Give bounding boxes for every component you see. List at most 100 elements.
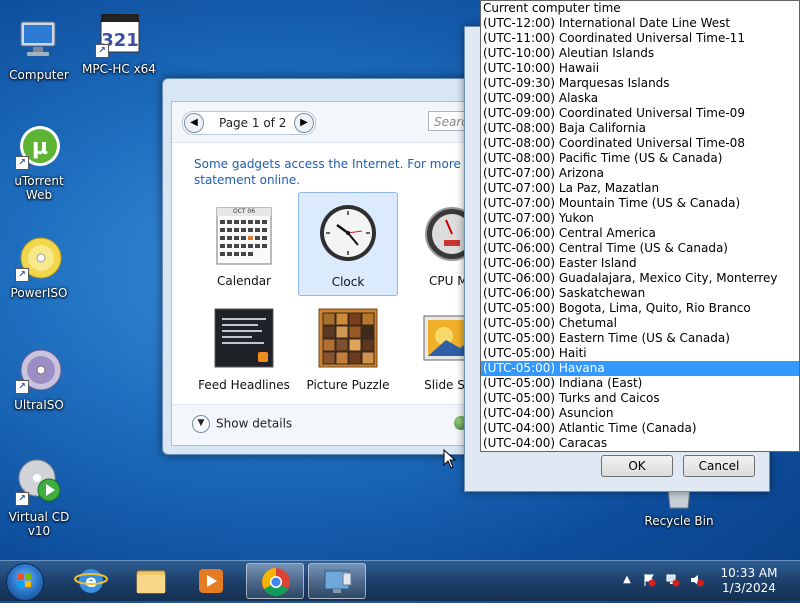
desktop-icon-label: uTorrent Web — [14, 174, 64, 202]
chevron-left-icon: ◀ — [190, 117, 198, 128]
time-zone-dropdown-list[interactable]: Current computer time (UTC-12:00) Interna… — [480, 0, 800, 452]
tz-option[interactable]: (UTC-06:00) Saskatchewan — [481, 286, 799, 301]
desktop-icon-poweriso[interactable]: ↗ PowerISO — [0, 234, 78, 300]
tz-option[interactable]: (UTC-07:00) Yukon — [481, 211, 799, 226]
gallery-footer: ▼ Show details — [172, 404, 473, 445]
taskbar-gadgets[interactable] — [308, 563, 366, 599]
desktop-icon-label: MPC-HC x64 — [82, 62, 156, 76]
gadget-feed-headlines[interactable]: Feed Headlines — [194, 300, 294, 400]
shortcut-arrow-icon: ↗ — [15, 380, 29, 394]
gadget-gallery-window[interactable]: ◀ Page 1 of 2 ▶ Search Some gadgets acce… — [162, 78, 488, 455]
desktop-icon-label: Recycle Bin — [644, 514, 714, 528]
taskbar-windows-explorer[interactable] — [122, 563, 180, 599]
utorrent-icon: µ ↗ — [15, 122, 63, 170]
picture-puzzle-icon — [318, 308, 378, 368]
gadget-gallery-content: ◀ Page 1 of 2 ▶ Search Some gadgets acce… — [171, 101, 488, 446]
cancel-button[interactable]: Cancel — [683, 455, 755, 477]
page-indicator: Page 1 of 2 — [219, 116, 287, 130]
shortcut-arrow-icon: ↗ — [95, 44, 109, 58]
action-center-icon[interactable] — [642, 573, 656, 587]
gadget-label: Clock — [331, 275, 365, 289]
desktop-icon-mpc-hc[interactable]: 321 ↗ MPC-HC x64 — [80, 10, 158, 76]
desktop-icon-label: Computer — [9, 68, 69, 82]
system-clock[interactable]: 10:33 AM 1/3/2024 — [718, 566, 780, 596]
tz-option[interactable]: (UTC-08:00) Baja California — [481, 121, 799, 136]
tz-option[interactable]: (UTC-06:00) Easter Island — [481, 256, 799, 271]
gadget-clock[interactable]: Clock — [298, 192, 398, 296]
tz-option[interactable]: (UTC-07:00) Arizona — [481, 166, 799, 181]
tz-option[interactable]: (UTC-04:00) Asuncion — [481, 406, 799, 421]
ok-button[interactable]: OK — [601, 455, 673, 477]
desktop-icon-utorrent[interactable]: µ ↗ uTorrent Web — [0, 122, 78, 202]
computer-icon — [15, 16, 63, 64]
tz-option[interactable]: (UTC-06:00) Central Time (US & Canada) — [481, 241, 799, 256]
clock-icon — [318, 203, 378, 263]
mpc-hc-icon: 321 ↗ — [95, 10, 143, 58]
windows-logo-icon — [18, 574, 31, 587]
tz-option[interactable]: (UTC-05:00) Turks and Caicos — [481, 391, 799, 406]
chevron-right-icon: ▶ — [300, 117, 308, 128]
tz-option[interactable]: (UTC-08:00) Pacific Time (US & Canada) — [481, 151, 799, 166]
gadget-label: Feed Headlines — [198, 378, 290, 392]
tz-option[interactable]: (UTC-05:00) Indiana (East) — [481, 376, 799, 391]
taskbar-google-chrome[interactable] — [246, 563, 304, 599]
folder-icon — [136, 570, 166, 594]
gallery-toolbar: ◀ Page 1 of 2 ▶ Search — [172, 102, 488, 143]
tz-option[interactable]: (UTC-05:00) Havana — [481, 361, 799, 376]
next-page-button[interactable]: ▶ — [294, 113, 314, 133]
tz-option[interactable]: (UTC-04:00) Caracas — [481, 436, 799, 451]
virtual-cd-icon: ↗ — [15, 458, 63, 506]
tz-option[interactable]: (UTC-10:00) Hawaii — [481, 61, 799, 76]
desktop-icon-computer[interactable]: Computer — [0, 16, 78, 82]
tz-option-current-time[interactable]: Current computer time — [481, 1, 799, 16]
tz-option[interactable]: (UTC-10:00) Aleutian Islands — [481, 46, 799, 61]
gadget-picture-puzzle[interactable]: Picture Puzzle — [298, 300, 398, 400]
gadget-calendar[interactable]: OCT 06 Calendar — [194, 196, 294, 296]
tz-option[interactable]: (UTC-05:00) Eastern Time (US & Canada) — [481, 331, 799, 346]
ultraiso-disc-icon: ↗ — [15, 346, 63, 394]
taskbar-internet-explorer[interactable]: e — [62, 563, 120, 599]
gadgets-icon — [324, 570, 352, 593]
show-details-toggle[interactable]: ▼ Show details — [192, 415, 292, 433]
clock-time: 10:33 AM — [720, 566, 778, 580]
svg-text:µ: µ — [32, 135, 48, 160]
shortcut-arrow-icon: ↗ — [15, 268, 29, 282]
internet-explorer-icon: e — [74, 569, 108, 593]
tz-option[interactable]: (UTC-06:00) Guadalajara, Mexico City, Mo… — [481, 271, 799, 286]
previous-page-button[interactable]: ◀ — [184, 113, 204, 133]
show-details-label: Show details — [216, 416, 293, 431]
tz-option[interactable]: (UTC-09:00) Coordinated Universal Time-0… — [481, 106, 799, 121]
gadget-label: Picture Puzzle — [306, 378, 390, 392]
tz-option[interactable]: (UTC-05:00) Bogota, Lima, Quito, Rio Bra… — [481, 301, 799, 316]
tz-option[interactable]: (UTC-04:00) Atlantic Time (Canada) — [481, 421, 799, 436]
show-hidden-icons-button[interactable]: ▲ — [620, 573, 634, 587]
tz-option[interactable]: (UTC-12:00) International Date Line West — [481, 16, 799, 31]
page-navigator: ◀ Page 1 of 2 ▶ — [182, 111, 316, 135]
notice-line-1: Some gadgets access the Internet. For mo… — [194, 157, 464, 171]
tz-option[interactable]: (UTC-11:00) Coordinated Universal Time-1… — [481, 31, 799, 46]
volume-muted-icon[interactable] — [690, 573, 704, 587]
desktop-icon-label: PowerISO — [10, 286, 68, 300]
start-button[interactable] — [6, 563, 44, 601]
internet-notice[interactable]: Some gadgets access the Internet. For mo… — [194, 156, 464, 188]
desktop-icon-virtual-cd[interactable]: ↗ Virtual CD v10 — [0, 458, 78, 538]
tz-option[interactable]: (UTC-07:00) Mountain Time (US & Canada) — [481, 196, 799, 211]
media-player-icon — [199, 569, 223, 593]
tz-option[interactable]: (UTC-09:30) Marquesas Islands — [481, 76, 799, 91]
tz-option[interactable]: (UTC-06:00) Central America — [481, 226, 799, 241]
taskbar-media-player[interactable] — [182, 563, 240, 599]
tz-option[interactable]: (UTC-05:00) Chetumal — [481, 316, 799, 331]
taskbar: e ▲ 10:33 AM 1/3/2024 — [0, 560, 800, 601]
network-icon[interactable] — [666, 573, 680, 587]
tz-option[interactable]: (UTC-08:00) Coordinated Universal Time-0… — [481, 136, 799, 151]
gadget-label: Calendar — [217, 274, 271, 288]
tz-option[interactable]: (UTC-09:00) Alaska — [481, 91, 799, 106]
notice-line-2: statement online. — [194, 173, 301, 187]
feed-headlines-icon — [214, 308, 274, 368]
poweriso-disc-icon: ↗ — [15, 234, 63, 282]
desktop-icon-ultraiso[interactable]: ↗ UltraISO — [0, 346, 78, 412]
tz-option[interactable]: (UTC-07:00) La Paz, Mazatlan — [481, 181, 799, 196]
tz-option[interactable]: (UTC-05:00) Haiti — [481, 346, 799, 361]
desktop-icon-label: UltraISO — [14, 398, 64, 412]
calendar-icon: OCT 06 — [214, 204, 274, 265]
